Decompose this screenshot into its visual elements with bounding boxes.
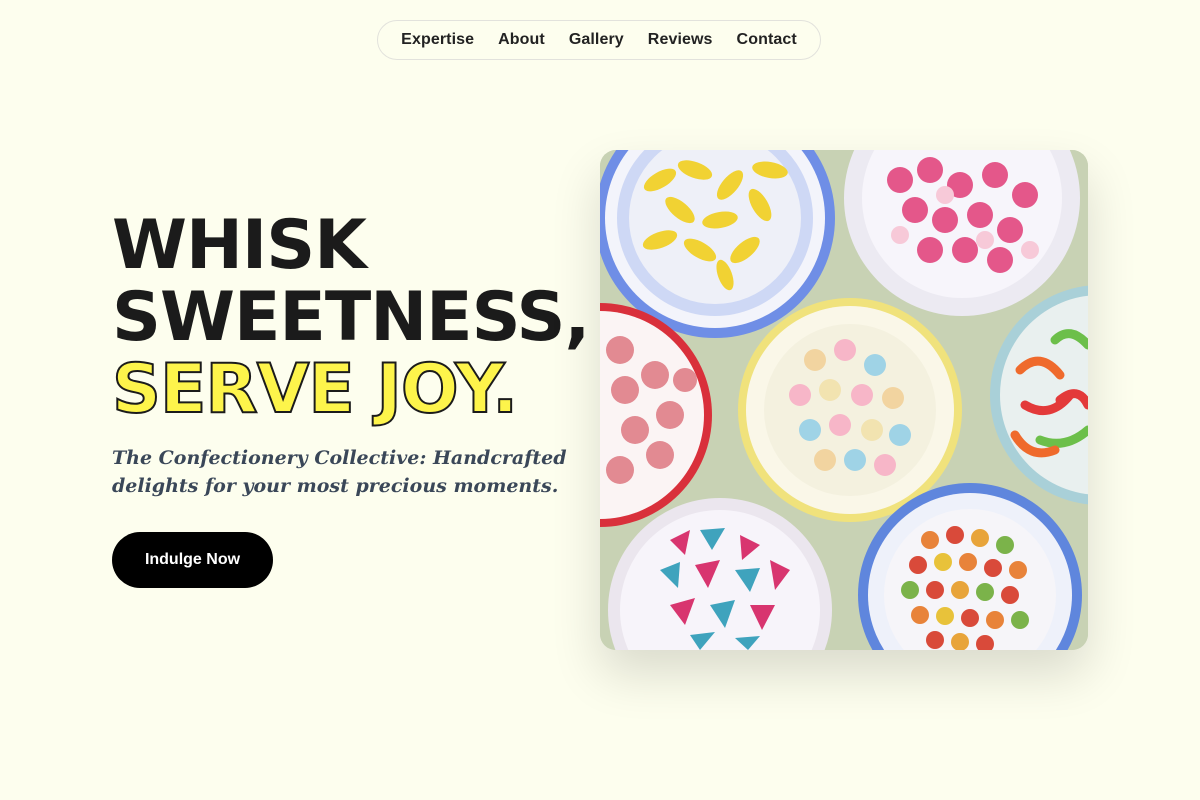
hero-headline: WHISK SWEETNESS, SERVE JOY. — [111, 206, 590, 429]
top-nav: Expertise About Gallery Reviews Contact — [377, 20, 821, 60]
nav-link-contact[interactable]: Contact — [737, 31, 797, 49]
headline-line-2: SWEETNESS, — [112, 278, 590, 357]
nav-link-gallery[interactable]: Gallery — [569, 31, 624, 49]
nav-link-reviews[interactable]: Reviews — [648, 31, 713, 49]
headline-accent: SERVE JOY. — [111, 350, 519, 429]
plate-pastel-hearts — [738, 298, 962, 522]
indulge-now-button[interactable]: Indulge Now — [112, 532, 273, 588]
nav-link-expertise[interactable]: Expertise — [401, 31, 474, 49]
hero-candy-image — [600, 150, 1088, 650]
nav-link-about[interactable]: About — [498, 31, 545, 49]
hero-subtitle: The Confectionery Collective: Handcrafte… — [112, 447, 567, 497]
headline-line-1: WHISK — [112, 206, 367, 285]
